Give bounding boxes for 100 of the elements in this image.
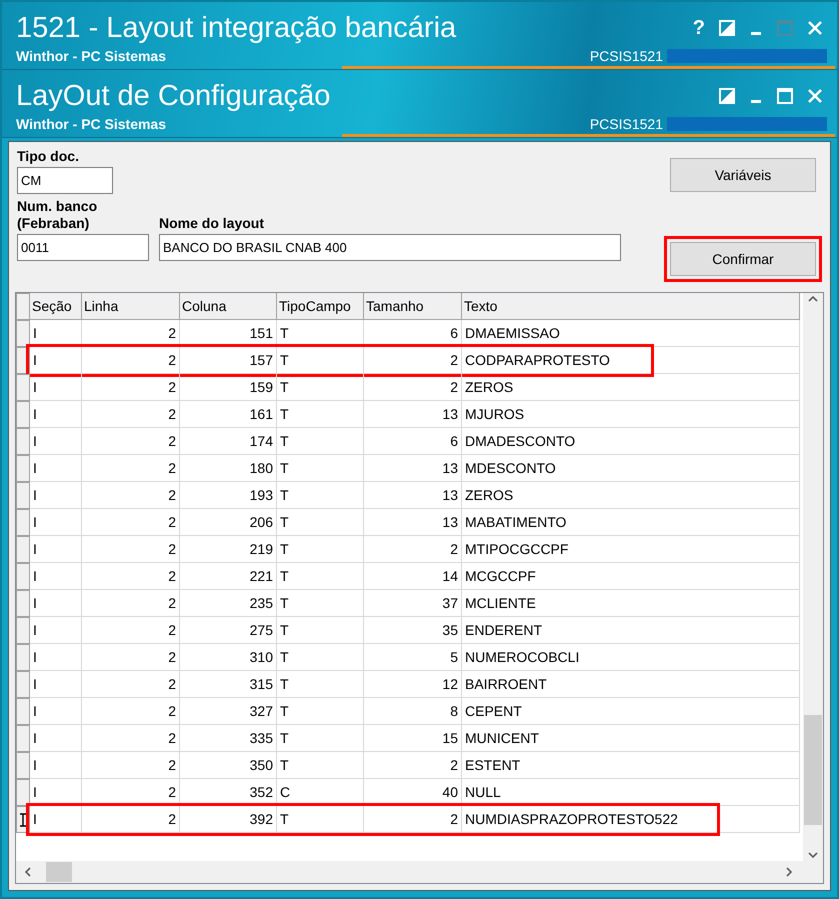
table-cell: 2 [82,347,180,374]
window-title: 1521 - Layout integração bancária [16,12,456,44]
table-cell: 159 [180,374,277,401]
input-field[interactable]: BANCO DO BRASIL CNAB 400 [159,234,621,261]
action-button[interactable]: Variáveis [670,158,816,192]
action-button[interactable]: Confirmar [670,242,816,276]
window-subtitle: Winthor - PC Sistemas [16,48,166,64]
table-cell: C [277,779,364,806]
table-cell: 2 [82,671,180,698]
table-cell: CODPARAPROTESTO [462,347,800,374]
column-header[interactable]: Texto [462,293,800,320]
table-cell: 2 [364,806,462,833]
table-cell: 2 [82,320,180,347]
program-code: PCSIS1521 [590,48,663,64]
table-cell: DMADESCONTO [462,428,800,455]
column-header[interactable]: TipoCampo [277,293,364,320]
table-cell: 13 [364,455,462,482]
table-cell: 352 [180,779,277,806]
table-cell: 2 [82,617,180,644]
table-cell: I [30,320,82,347]
table-cell: 40 [364,779,462,806]
input-field[interactable]: 0011 [17,234,149,261]
input-field[interactable]: CM [17,167,113,194]
table-cell: I [30,752,82,779]
table-cell: 157 [180,347,277,374]
column-header[interactable]: Seção [30,293,82,320]
table-cell: 6 [364,320,462,347]
table-cell: 2 [82,374,180,401]
table-cell: I [30,428,82,455]
program-code: PCSIS1521 [590,116,663,132]
restore-icon[interactable] [719,20,735,36]
table-cell: MCLIENTE [462,590,800,617]
restore-icon[interactable] [719,88,735,104]
table-cell: MCGCCPF [462,563,800,590]
table-cell: I [30,779,82,806]
table-cell: BAIRROENT [462,671,800,698]
table-cell: MUNICENT [462,725,800,752]
column-header[interactable]: Coluna [180,293,277,320]
table-cell: I [30,698,82,725]
table-cell: 235 [180,590,277,617]
table-cell: T [277,482,364,509]
table-cell: 2 [82,644,180,671]
column-header[interactable]: Linha [82,293,180,320]
table-cell: 180 [180,455,277,482]
table-cell: 275 [180,617,277,644]
table-cell: 12 [364,671,462,698]
table-cell: 2 [82,590,180,617]
table-cell: 2 [364,752,462,779]
table-cell: 2 [82,482,180,509]
close-icon[interactable] [807,88,823,104]
table-cell: T [277,455,364,482]
table-cell: ZEROS [462,374,800,401]
table-cell: 193 [180,482,277,509]
table-cell: 315 [180,671,277,698]
table-cell: 2 [364,374,462,401]
window-subtitle: Winthor - PC Sistemas [16,116,166,132]
table-cell: 35 [364,617,462,644]
table-cell: T [277,374,364,401]
table-cell: T [277,806,364,833]
table-cell: T [277,644,364,671]
table-cell: 206 [180,509,277,536]
table-cell: MABATIMENTO [462,509,800,536]
scroll-thumb[interactable] [46,862,72,882]
table-cell: I [30,482,82,509]
table-cell: 2 [364,347,462,374]
table-cell: 14 [364,563,462,590]
table-cell: I [30,671,82,698]
table-cell: 2 [364,536,462,563]
close-icon[interactable] [807,20,823,36]
table-cell: 335 [180,725,277,752]
table-cell: I [30,590,82,617]
vertical-scrollbar[interactable] [803,293,823,861]
table-cell: NUMDIASPRAZOPROTESTO522 [462,806,800,833]
field-label: Num. banco (Febraban) [17,198,98,232]
table-cell: CEPENT [462,698,800,725]
table-cell: ENDERENT [462,617,800,644]
scroll-thumb[interactable] [804,715,822,825]
table-cell: 221 [180,563,277,590]
table-cell: I [30,617,82,644]
table-cell: T [277,617,364,644]
table-cell: 2 [82,455,180,482]
table-cell: 219 [180,536,277,563]
table-cell: ZEROS [462,482,800,509]
cursor-icon [19,812,27,826]
column-header[interactable]: Tamanho [364,293,462,320]
table-cell: 2 [82,725,180,752]
table-cell: 15 [364,725,462,752]
table-cell: 6 [364,428,462,455]
window-title: LayOut de Configuração [16,80,330,112]
table-cell: I [30,455,82,482]
help-button[interactable]: ? [692,16,705,40]
table-cell: 2 [82,563,180,590]
table-cell: 2 [82,752,180,779]
table-cell: T [277,590,364,617]
table-cell: I [30,563,82,590]
table-cell: T [277,671,364,698]
table-cell: 8 [364,698,462,725]
table-cell: 310 [180,644,277,671]
table-cell: T [277,320,364,347]
table-cell: MDESCONTO [462,455,800,482]
